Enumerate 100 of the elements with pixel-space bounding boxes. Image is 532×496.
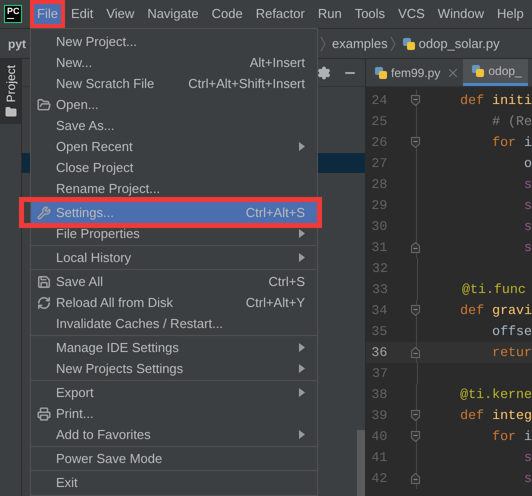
submenu-arrow-icon	[299, 364, 305, 373]
menu-item[interactable]: Close Project	[31, 157, 317, 178]
menu-item[interactable]: Rename Project...	[31, 178, 317, 199]
line-number: 34	[370, 302, 388, 320]
menu-item[interactable]: Save As...	[31, 115, 317, 136]
code-line: for i	[491, 134, 532, 152]
line-number: 36	[370, 344, 388, 362]
breadcrumb[interactable]: odop_solar.py	[418, 34, 500, 54]
python-file-icon	[374, 66, 388, 80]
project-name[interactable]: pyt	[8, 36, 26, 51]
menu-item[interactable]: New Projects Settings	[31, 358, 317, 379]
wrench-icon	[36, 206, 50, 220]
menu-bar-item[interactable]: View	[99, 0, 142, 28]
fold-marker-icon[interactable]	[411, 431, 420, 442]
line-number: 28	[370, 176, 388, 194]
menu-item[interactable]: Reload All from Disk Ctrl+Alt+Y	[31, 292, 317, 313]
code-line: # (Re	[491, 112, 532, 131]
code-line: s	[523, 470, 532, 488]
line-number: 27	[370, 154, 388, 173]
reload-icon	[36, 296, 50, 310]
line-number: 40	[370, 428, 388, 446]
menu-bar-item[interactable]: Help	[490, 0, 531, 28]
code-line: @ti.kerne	[460, 386, 532, 404]
submenu-arrow-icon	[299, 142, 305, 151]
menu-item[interactable]: New Scratch File Ctrl+Alt+Shift+Insert	[31, 73, 317, 94]
submenu-arrow-icon	[299, 388, 305, 397]
menu-item[interactable]: Exit	[31, 472, 317, 493]
menu-bar-item[interactable]: Edit	[64, 0, 100, 28]
line-number: 38	[370, 386, 388, 404]
menu-bar-item[interactable]: VCS	[391, 0, 432, 28]
menu-item[interactable]: Manage IDE Settings	[31, 337, 317, 358]
line-number: 33	[371, 280, 388, 299]
menu-item[interactable]: Invalidate Caches / Restart...	[31, 313, 317, 334]
code-line: @ti.func	[462, 280, 526, 299]
menu-item[interactable]: Power Save Mode	[31, 448, 317, 469]
menu-item[interactable]: Add to Favorites	[31, 424, 317, 445]
editor-tab[interactable]: odop_	[463, 59, 528, 86]
fold-marker-icon[interactable]	[411, 242, 420, 253]
code-line: retur	[491, 344, 532, 362]
python-file-icon	[471, 64, 486, 78]
code-line: for i	[491, 428, 532, 446]
menu-bar-item[interactable]: Refactor	[248, 0, 312, 28]
code-line: s	[523, 218, 532, 236]
chevron-icon	[390, 36, 396, 52]
code-line: def integ	[460, 406, 532, 425]
close-icon[interactable]	[449, 68, 458, 76]
submenu-arrow-icon	[299, 253, 305, 262]
printer-icon	[36, 406, 50, 420]
line-number: 29	[370, 196, 388, 215]
menu-bar-item[interactable]: Run	[310, 0, 349, 28]
menu-item[interactable]: New Project...	[31, 31, 317, 52]
submenu-arrow-icon	[299, 343, 305, 352]
side-tab[interactable]: Project	[0, 59, 21, 124]
menu-item[interactable]: Print...	[31, 403, 317, 424]
code-line: def initi	[460, 92, 532, 110]
scrollbar[interactable]	[357, 430, 365, 496]
menu-bar-item[interactable]: Tools	[348, 0, 392, 28]
menu-bar-item[interactable]: Navigate	[140, 0, 206, 28]
menu-item[interactable]: Local History	[31, 247, 317, 268]
line-number: 30	[370, 218, 388, 236]
line-number: 31	[370, 238, 388, 257]
menu-item[interactable]: New... Alt+Insert	[31, 52, 317, 73]
menu-item[interactable]: Open Recent	[31, 136, 317, 157]
code-line: offse	[491, 322, 532, 341]
submenu-arrow-icon	[299, 430, 305, 439]
line-number: 35	[370, 322, 388, 341]
python-file-icon	[402, 36, 416, 50]
submenu-arrow-icon	[299, 229, 305, 238]
fold-marker-icon[interactable]	[411, 347, 420, 358]
line-number: 41	[370, 448, 388, 467]
code-line: s	[523, 176, 532, 194]
line-number: 25	[370, 112, 388, 131]
folder-icon	[4, 106, 16, 118]
fold-marker-icon[interactable]	[411, 305, 420, 316]
code-line: o	[523, 154, 532, 173]
settings-icon[interactable]	[317, 66, 331, 80]
fold-marker-icon[interactable]	[411, 473, 420, 484]
folder-icon	[36, 98, 50, 112]
fold-marker-icon[interactable]	[411, 95, 420, 106]
menu-bar-item[interactable]: Code	[204, 0, 250, 28]
menu-item[interactable]: Open...	[31, 94, 317, 115]
menu-bar-item[interactable]: Window	[430, 0, 492, 28]
code-line: s	[523, 448, 532, 467]
code-line: s	[523, 238, 532, 257]
line-number: 24	[370, 92, 388, 110]
line-number: 42	[370, 470, 388, 488]
chevron-icon	[320, 36, 326, 52]
fold-marker-icon[interactable]	[411, 410, 420, 421]
line-number: 39	[370, 406, 388, 425]
line-number: 32	[371, 260, 388, 278]
code-line: s	[523, 196, 532, 215]
breadcrumb[interactable]: examples	[332, 34, 388, 54]
menu-item[interactable]: Export	[31, 382, 317, 403]
line-number: 26	[370, 134, 388, 152]
line-number: 37	[371, 364, 388, 383]
fold-marker-icon[interactable]	[411, 137, 420, 148]
editor-tab[interactable]: fem99.py	[366, 59, 464, 86]
app-logo: PC	[4, 5, 22, 23]
menu-item[interactable]: File Properties	[31, 223, 317, 244]
menu-item[interactable]: Save All Ctrl+S	[31, 271, 317, 292]
